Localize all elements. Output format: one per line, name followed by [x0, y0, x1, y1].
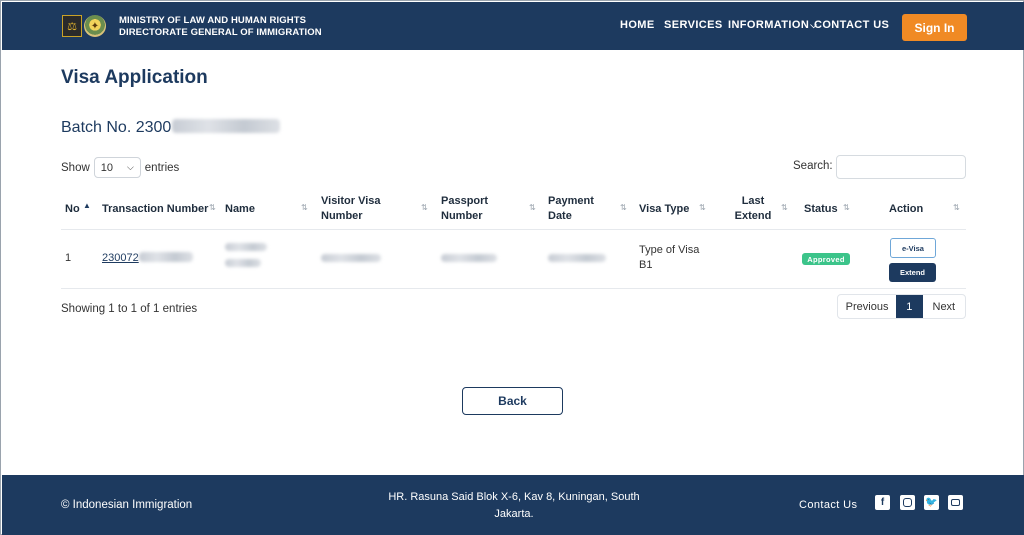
row-number: 1 — [65, 252, 72, 264]
show-label: Show — [61, 161, 90, 174]
redacted-visitor-visa-number — [321, 254, 381, 262]
visa-type-line-2: B1 — [639, 259, 653, 271]
sort-icon: ⇅ — [529, 203, 536, 212]
redacted-batch-suffix — [172, 119, 281, 134]
sort-icon: ⇅ — [620, 203, 627, 212]
search-label: Search: — [793, 160, 833, 172]
sort-icon: ⇅ — [421, 203, 428, 212]
nav-services[interactable]: SERVICES — [664, 19, 723, 31]
redacted-transaction-suffix — [138, 252, 193, 263]
column-header-payment-date[interactable]: Payment Date — [548, 194, 603, 224]
footer-address: HR. Rasuna Said Blok X-6, Kav 8, Kuninga… — [388, 491, 640, 520]
nav-information[interactable]: INFORMATION⌵ — [728, 19, 817, 31]
entries-length-control: Show 10 ⌵ entries — [61, 157, 179, 178]
sort-icon: ⇅ — [781, 203, 788, 212]
nav-home[interactable]: HOME — [620, 19, 655, 31]
copyright: © Indonesian Immigration — [61, 499, 193, 511]
redacted-payment-date — [548, 254, 606, 262]
sort-icon: ⇅ — [699, 203, 706, 212]
ministry-name: MINISTRY OF LAW AND HUMAN RIGHTS DIRECTO… — [119, 15, 322, 39]
sort-icon: ⇅ — [301, 203, 308, 212]
facebook-icon[interactable]: f — [875, 495, 890, 510]
visa-type: Type of Visa B1 — [639, 243, 699, 273]
e-visa-button[interactable]: e-Visa — [890, 238, 936, 258]
ministry-line-1: MINISTRY OF LAW AND HUMAN RIGHTS — [119, 15, 307, 26]
twitter-icon[interactable]: 🐦 — [924, 495, 939, 510]
footer-contact-us[interactable]: Contact Us — [799, 499, 857, 511]
status-badge: Approved — [802, 253, 850, 265]
pagination-page-1[interactable]: 1 — [896, 295, 923, 318]
transaction-number-link[interactable]: 230072 — [102, 251, 193, 266]
pagination-next[interactable]: Next — [923, 295, 965, 318]
entries-select[interactable]: 10 ⌵ — [93, 157, 141, 178]
column-header-no[interactable]: No — [65, 202, 80, 217]
batch-number-text: Batch No. 2300 — [61, 119, 172, 136]
entries-label: entries — [144, 161, 180, 174]
column-header-visa-type[interactable]: Visa Type — [639, 202, 689, 217]
table-row-divider — [61, 288, 966, 289]
footer: © Indonesian Immigration HR. Rasuna Said… — [2, 475, 1024, 535]
page-frame: ⚖ ✦ MINISTRY OF LAW AND HUMAN RIGHTS DIR… — [0, 0, 1024, 535]
pagination-previous[interactable]: Previous — [838, 295, 896, 318]
redacted-name-line-1 — [225, 243, 267, 251]
column-header-last-extend[interactable]: Last Extend — [733, 194, 773, 224]
page-title: Visa Application — [61, 67, 208, 88]
column-header-action[interactable]: Action — [889, 202, 923, 217]
ministry-logo-icon: ⚖ — [62, 15, 82, 37]
extend-button[interactable]: Extend — [889, 263, 936, 282]
youtube-icon[interactable] — [948, 495, 963, 510]
visa-type-line-1: Type of Visa — [639, 244, 700, 256]
redacted-passport-number — [441, 254, 497, 262]
search-input[interactable] — [836, 155, 966, 179]
transaction-number-text: 230072 — [102, 252, 139, 264]
redacted-name-line-2 — [225, 259, 261, 267]
column-header-transaction-number[interactable]: Transaction Number — [102, 202, 208, 217]
immigration-emblem-icon: ✦ — [84, 15, 106, 37]
sort-icon: ⇅ — [209, 203, 216, 212]
ministry-line-2: DIRECTORATE GENERAL OF IMMIGRATION — [119, 27, 322, 38]
redacted-name — [225, 243, 267, 267]
table-header-divider — [61, 229, 966, 230]
column-header-status[interactable]: Status — [804, 202, 838, 217]
pagination: Previous 1 Next — [837, 294, 966, 319]
column-header-passport-number[interactable]: Passport Number — [441, 194, 501, 224]
table-info: Showing 1 to 1 of 1 entries — [61, 303, 198, 315]
instagram-icon[interactable] — [900, 495, 915, 510]
logos[interactable]: ⚖ ✦ — [62, 15, 106, 37]
top-navbar: ⚖ ✦ MINISTRY OF LAW AND HUMAN RIGHTS DIR… — [2, 2, 1024, 50]
nav-information-label: INFORMATION — [728, 19, 810, 31]
entries-select-value: 10 — [100, 161, 114, 174]
batch-number: Batch No. 2300 — [61, 119, 281, 137]
sort-icon: ⇅ — [953, 203, 960, 212]
sort-icon: ⇅ — [843, 203, 850, 212]
chevron-down-icon: ⌵ — [126, 162, 134, 172]
column-header-name[interactable]: Name — [225, 202, 255, 217]
sort-asc-icon: ▲ — [83, 201, 91, 210]
back-button[interactable]: Back — [462, 387, 563, 415]
sign-in-button[interactable]: Sign In — [902, 14, 967, 41]
nav-contact-us[interactable]: CONTACT US — [814, 19, 889, 31]
column-header-visitor-visa-number[interactable]: Visitor Visa Number — [321, 194, 391, 224]
